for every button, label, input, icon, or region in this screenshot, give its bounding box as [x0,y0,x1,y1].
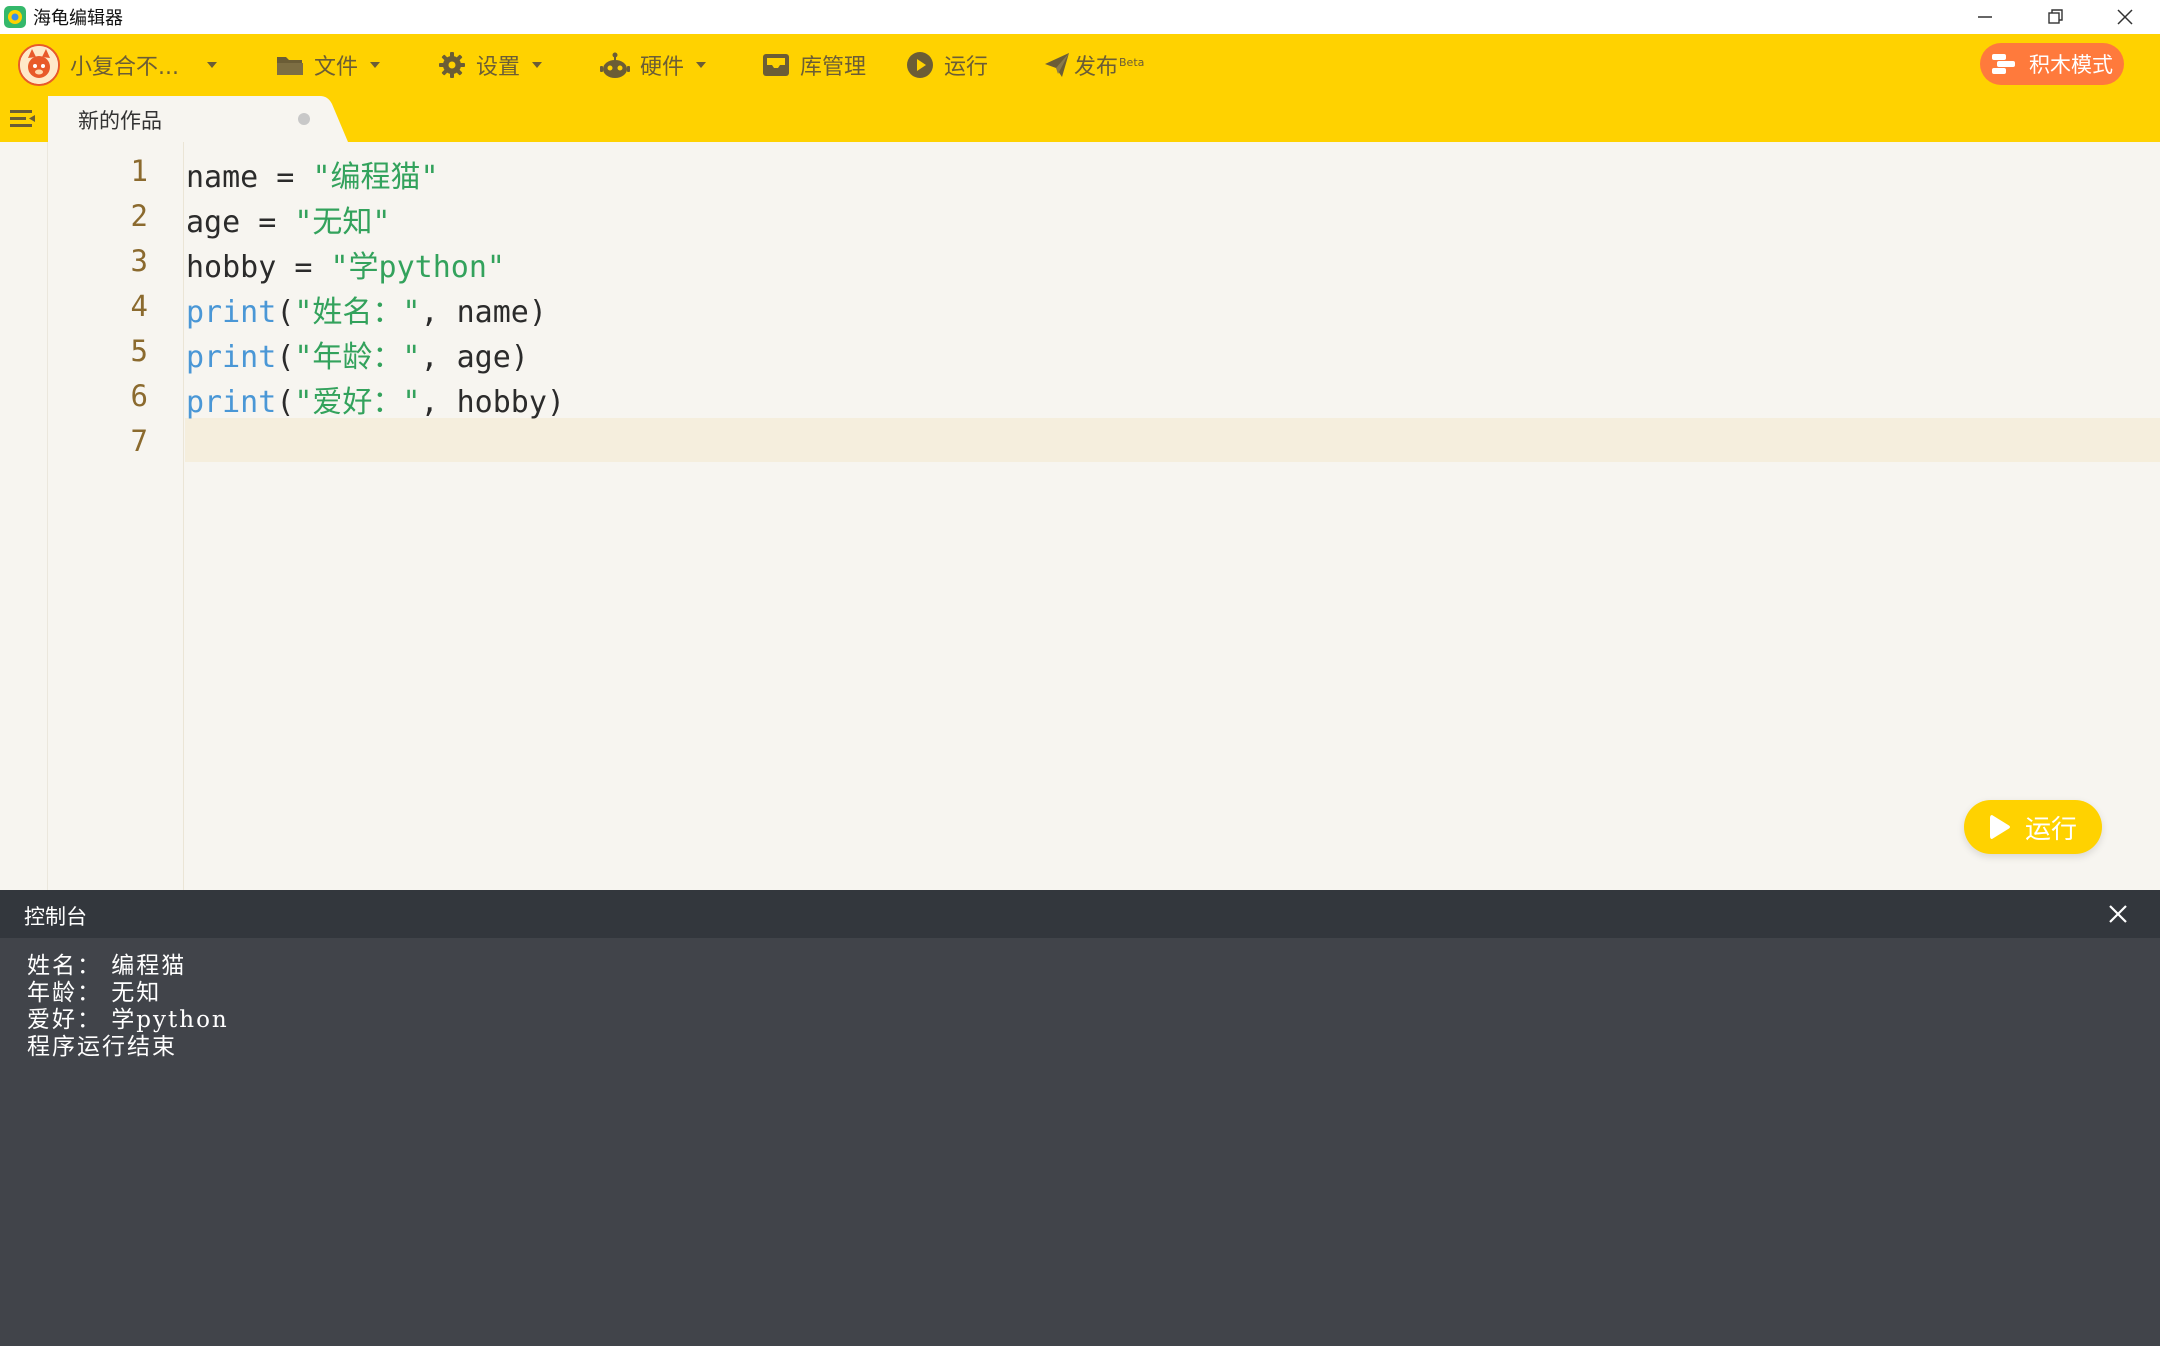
file-menu-label: 文件 [314,55,359,80]
code-line[interactable]: print("爱好：", hobby) [186,377,565,421]
code-keyword: print [186,340,277,375]
line-number: 7 [130,424,148,458]
tab-label: 新的作品 [78,109,162,133]
line-number: 4 [130,289,148,323]
minimize-icon [1978,16,1992,18]
code-string: "爱好：" [294,385,421,420]
avatar [18,44,60,86]
restore-button[interactable] [2020,0,2090,34]
folder-icon [277,57,303,75]
beta-badge: Beta [1119,55,1145,69]
library-manager-button[interactable]: 库管理 [762,34,866,96]
code-text: age = [186,205,295,240]
line-number: 2 [130,199,148,233]
run-button-label: 运行 [2024,814,2077,845]
settings-menu-label: 设置 [476,55,521,80]
block-mode-label: 积木模式 [2029,53,2113,77]
console-output-line: 程序运行结束 [27,1034,177,1060]
restore-icon [2048,9,2063,24]
code-string: "姓名：" [294,295,421,330]
code-text: ( [276,385,295,420]
code-string: "无知" [294,205,391,240]
paper-plane-icon [1045,53,1069,77]
user-name: 小复合不... [70,55,179,80]
chevron-down-icon [532,62,543,68]
line-number-gutter: 1 2 3 4 5 6 7 [48,142,184,890]
code-line[interactable]: print("姓名：", name) [186,287,547,331]
chevron-down-icon [206,62,217,68]
sidebar-toggle-icon[interactable] [8,106,38,132]
line-number: 5 [130,334,148,368]
code-text: , hobby) [420,385,566,420]
console-title: 控制台 [24,905,87,929]
settings-menu[interactable]: 设置 [438,34,543,96]
gear-icon [439,52,465,78]
window-title: 海龟编辑器 [33,8,123,29]
code-line[interactable]: age = "无知" [186,197,391,241]
hardware-menu-label: 硬件 [640,55,685,80]
robot-icon [600,52,630,78]
play-circle-icon [907,52,933,78]
unsaved-indicator[interactable] [298,113,310,125]
toolbar-run-button[interactable]: 运行 [906,34,988,96]
active-line-highlight [185,418,2160,462]
hardware-menu[interactable]: 硬件 [600,34,707,96]
block-mode-button[interactable]: 积木模式 [1980,43,2124,85]
code-text: hobby = [186,250,331,285]
code-line[interactable]: print("年龄：", age) [186,332,529,376]
code-text: , name) [420,295,547,330]
publish-label: 发布 [1074,55,1119,80]
console-header: 控制台 [0,890,2160,938]
avatar-cat-icon [20,46,58,84]
code-string: "年龄：" [294,340,421,375]
user-menu[interactable]: 小复合不... [18,34,217,96]
publish-button[interactable]: 发布 Beta [1044,34,1144,96]
side-panel [0,142,48,890]
app-logo-icon [4,6,26,28]
close-window-button[interactable] [2090,0,2160,34]
code-text: name = [186,160,313,195]
toolbar-run-label: 运行 [944,55,989,80]
code-keyword: print [186,295,277,330]
chevron-down-icon [370,62,381,68]
line-number: 3 [130,244,148,278]
close-icon [2117,9,2133,25]
run-button[interactable]: 运行 [1964,800,2102,854]
code-line[interactable]: name = "编程猫" [186,152,439,196]
library-manager-label: 库管理 [800,55,867,80]
chevron-down-icon [696,62,707,68]
code-string: "学python" [330,250,506,285]
line-number: 6 [130,379,148,413]
main-toolbar: 小复合不... 文件 设置 硬件 库管理 运行 发布 Beta [0,34,2160,96]
play-icon [1989,815,2010,839]
code-text: ( [276,295,295,330]
close-console-icon[interactable] [2106,902,2130,926]
code-editor[interactable]: 1 2 3 4 5 6 7 name = "编程猫" age = "无知" ho… [0,142,2160,890]
inbox-icon [763,54,789,76]
title-bar: 海龟编辑器 [0,0,2160,34]
tab-bar: 新的作品 [0,96,2160,142]
line-number: 1 [130,154,148,188]
code-text: , age) [420,340,529,375]
minimize-button[interactable] [1950,0,2020,34]
tab-new-work[interactable]: 新的作品 [48,96,348,142]
code-line[interactable]: hobby = "学python" [186,242,505,286]
code-keyword: print [186,385,277,420]
file-menu[interactable]: 文件 [276,34,381,96]
console-output[interactable]: 姓名： 编程猫 年龄： 无知 爱好： 学python 程序运行结束 [0,938,2160,1346]
code-text: ( [276,340,295,375]
blocks-icon [1992,54,2015,74]
code-string: "编程猫" [312,160,439,195]
